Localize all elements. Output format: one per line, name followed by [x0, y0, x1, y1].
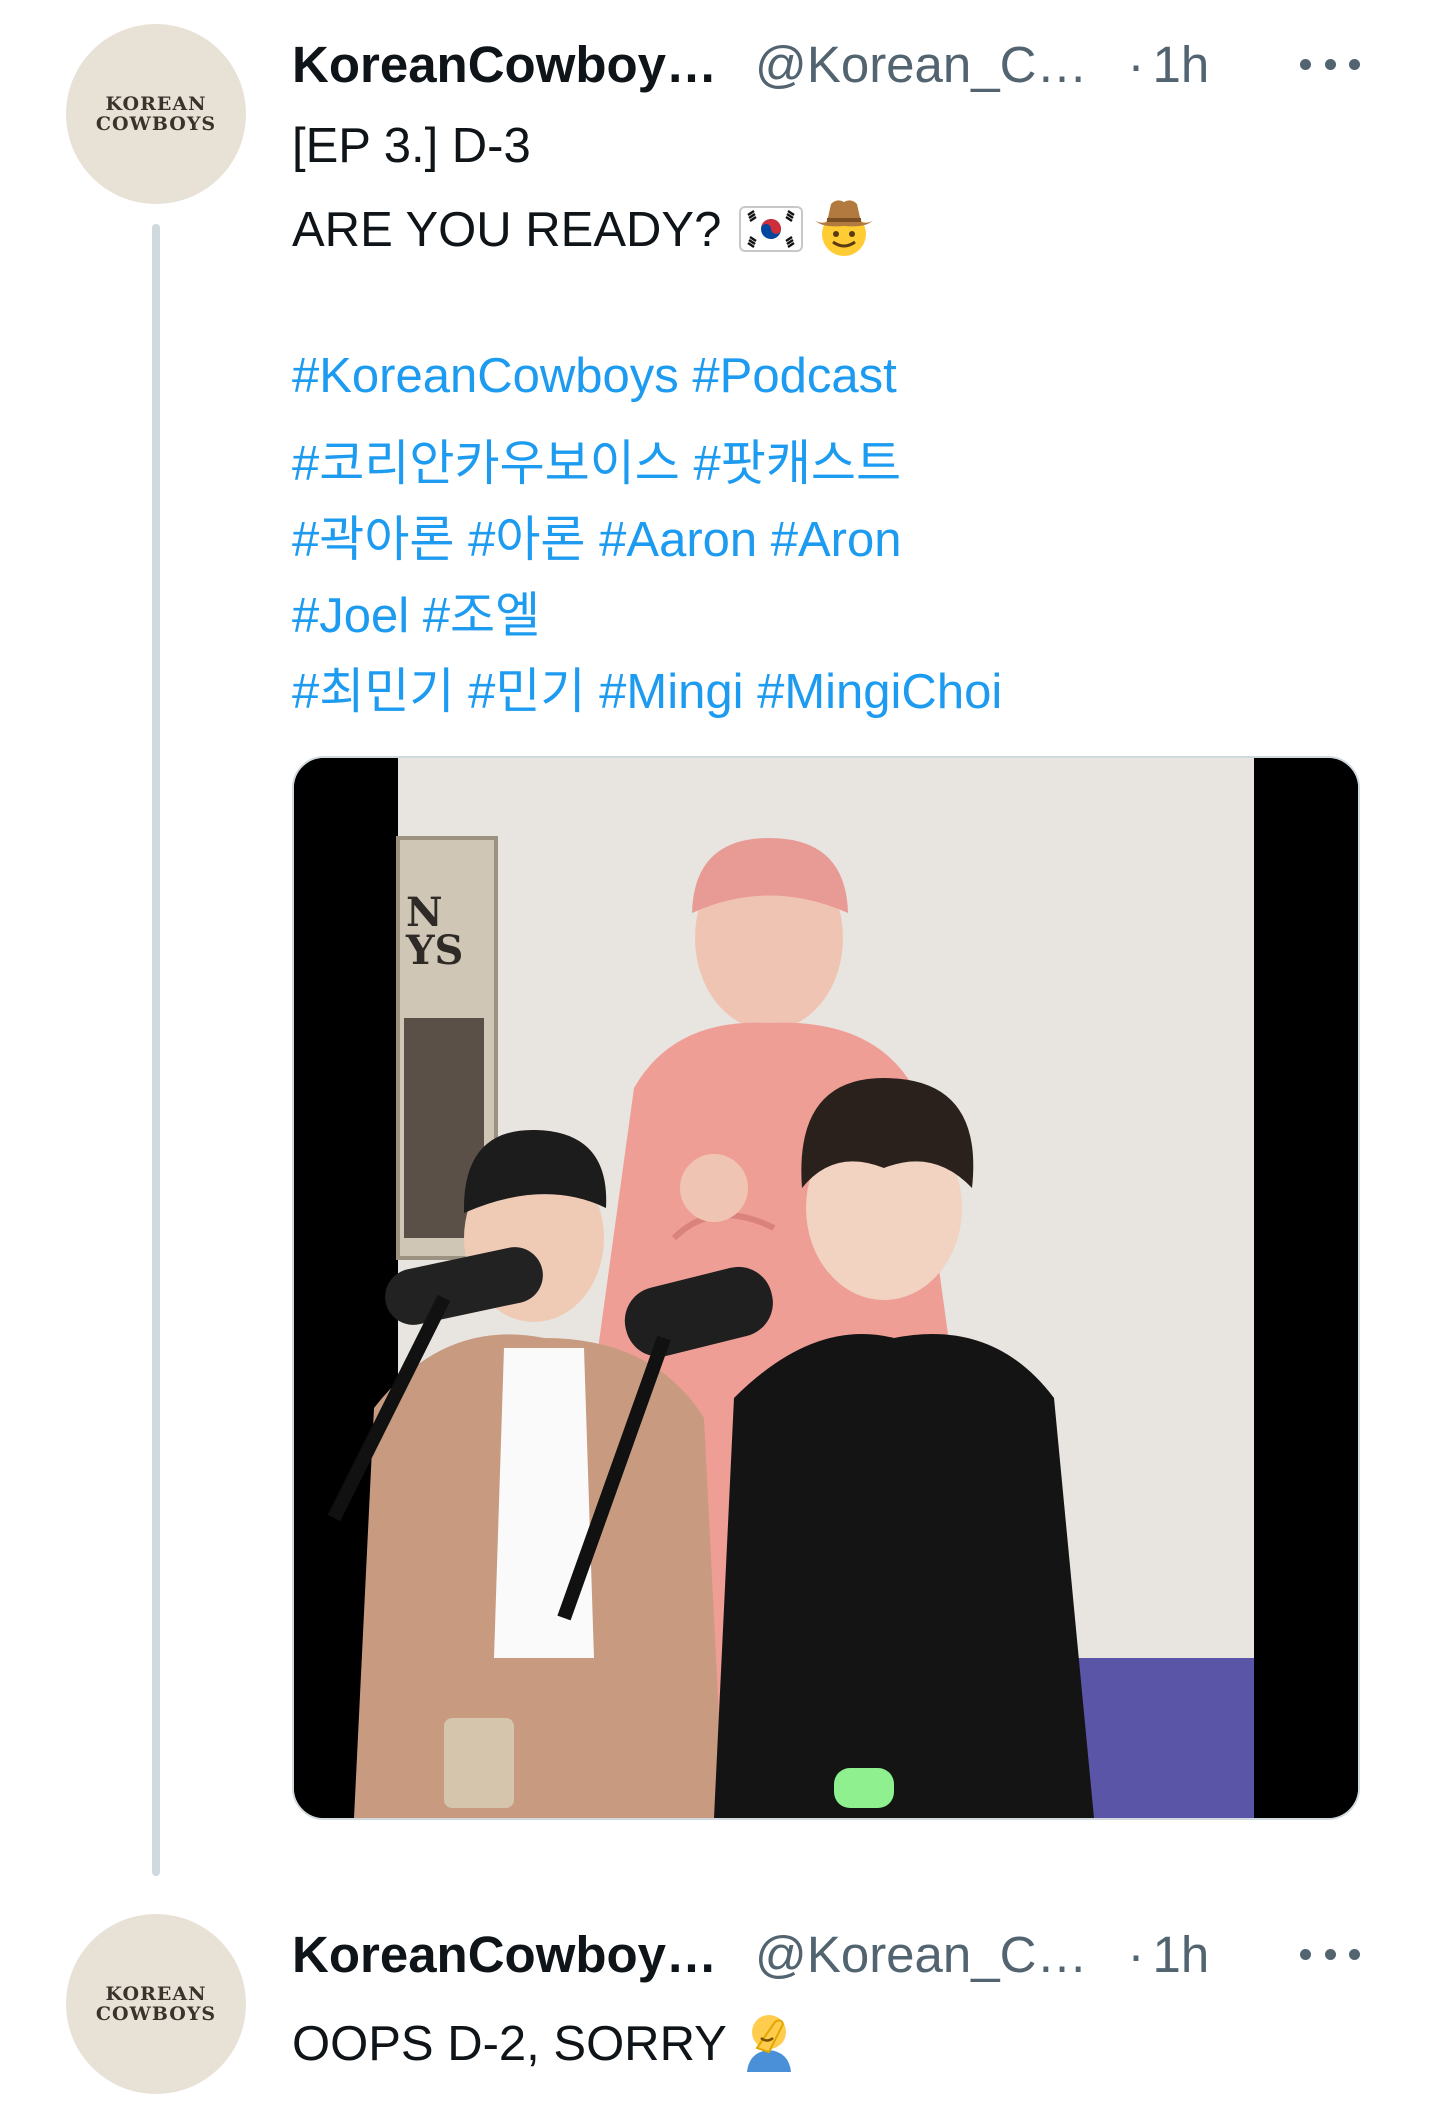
separator-dot: ·: [1127, 35, 1145, 93]
more-options-icon[interactable]: [1300, 1924, 1360, 1984]
south-korea-flag-icon: [739, 206, 804, 252]
poster-text-2: YS: [405, 927, 463, 974]
tweet-text-line-1: [EP 3.] D-3: [292, 119, 531, 173]
tweet-text: OOPS D-2, SORRY: [292, 2017, 727, 2071]
tweet-text-line: OOPS D-2, SORRY: [292, 2008, 799, 2072]
avatar[interactable]: KOREAN COWBOYS: [66, 1914, 246, 2094]
hashtag-line[interactable]: #KoreanCowboys #Podcast: [292, 348, 897, 404]
hashtag-line[interactable]: #곽아론 #아론 #Aaron #Aron: [292, 500, 902, 571]
hashtag-line[interactable]: #Joel #조엘: [292, 576, 540, 647]
user-handle[interactable]: @Korean_C…: [755, 1925, 1087, 1984]
tweet-media-video[interactable]: N YS: [292, 756, 1360, 1820]
avatar-text-line-2: COWBOYS: [95, 2003, 217, 2025]
video-frame: N YS: [294, 758, 1358, 1818]
thread-connector-line: [152, 224, 160, 1876]
cowboy-face-icon: [815, 200, 874, 256]
avatar[interactable]: KOREAN COWBOYS: [66, 24, 246, 204]
separator-dot: ·: [1127, 1925, 1145, 1983]
timestamp[interactable]: 1h: [1152, 1925, 1209, 1984]
user-handle[interactable]: @Korean_C…: [755, 35, 1087, 94]
avatar-text-line-2: COWBOYS: [95, 113, 217, 135]
timestamp[interactable]: 1h: [1152, 35, 1209, 94]
display-name[interactable]: KoreanCowboy…: [292, 35, 717, 94]
avatar-text-line-1: KOREAN: [105, 93, 207, 115]
tweet-header: KoreanCowboy… @Korean_C… · 1h: [292, 24, 1209, 104]
display-name[interactable]: KoreanCowboy…: [292, 1925, 717, 1984]
hashtag-line[interactable]: #코리안카우보이스 #팟캐스트: [292, 424, 901, 495]
avatar-text-line-1: KOREAN: [105, 1983, 207, 2005]
tweet-text: ARE YOU READY?: [292, 203, 722, 257]
hashtag-line[interactable]: #최민기 #민기 #Mingi #MingiChoi: [292, 652, 1002, 723]
tweet-text-line-2: ARE YOU READY?: [292, 194, 877, 260]
tweet-header: KoreanCowboy… @Korean_C… · 1h: [292, 1914, 1209, 1994]
facepalm-icon: [746, 2015, 791, 2072]
more-options-icon[interactable]: [1300, 34, 1360, 94]
